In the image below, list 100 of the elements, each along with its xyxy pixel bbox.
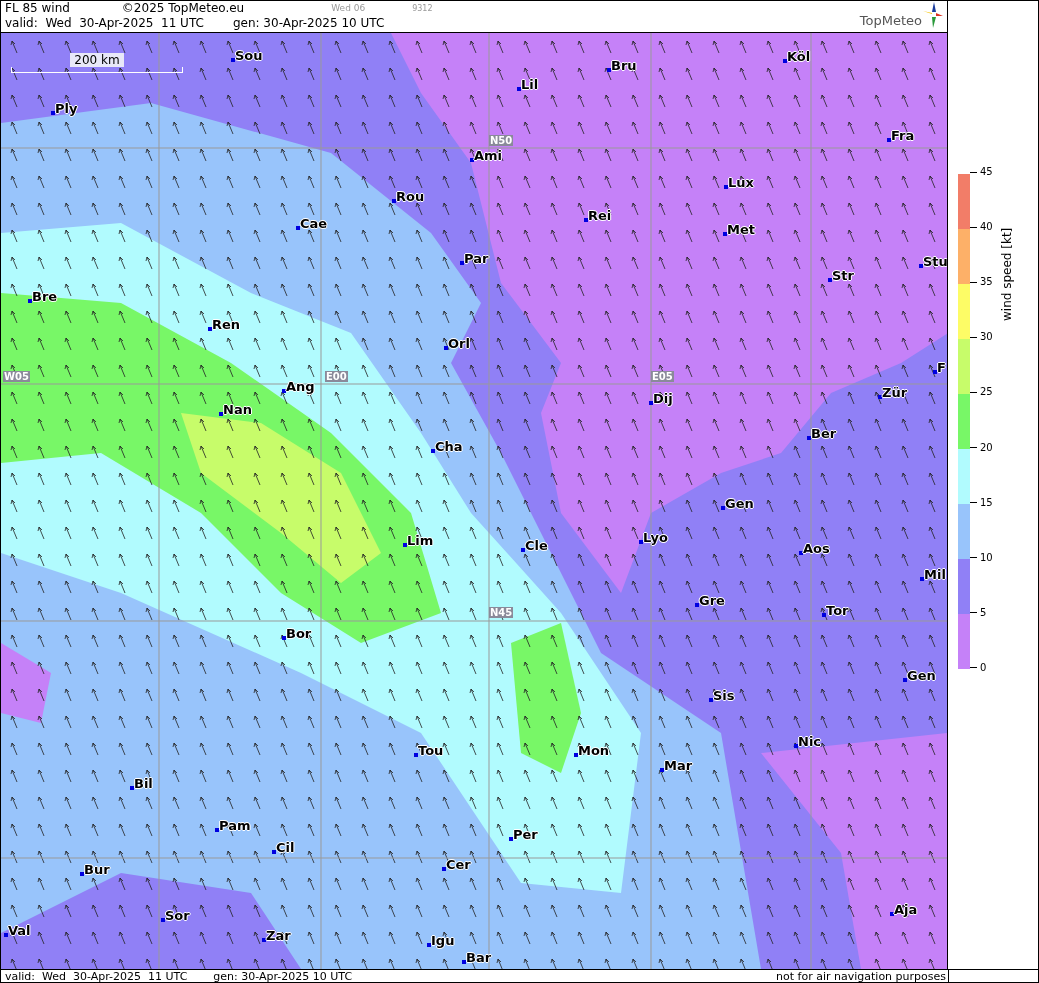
valid-time: valid: Wed 30-Apr-2025 11 UTC — [5, 16, 204, 31]
city-marker-icon — [574, 753, 578, 757]
city-marker-icon — [51, 111, 55, 115]
city-marker-icon — [262, 938, 266, 942]
city-marker-icon — [723, 232, 727, 236]
city-label: Nic — [798, 734, 822, 749]
city-marker-icon — [403, 543, 407, 547]
day-code: Wed 06 — [331, 2, 366, 15]
city-label: Ber — [811, 426, 837, 441]
city-label: Pam — [219, 818, 251, 833]
map-number: 9312 — [412, 3, 433, 15]
city-marker-icon — [890, 912, 894, 916]
generated-time: gen: 30-Apr-2025 10 UTC — [213, 970, 353, 983]
city-label: Sor — [165, 908, 190, 923]
city-label: Cil — [276, 840, 295, 855]
city-marker-icon — [919, 264, 923, 268]
city-marker-icon — [517, 87, 521, 91]
scale-tick-label: 0 — [970, 662, 993, 674]
city-marker-icon — [130, 786, 134, 790]
city-label: Val — [8, 923, 31, 938]
city-marker-icon — [282, 636, 286, 640]
copyright-text: ©2025 TopMeteo.eu — [121, 1, 245, 16]
city-label: Par — [464, 251, 489, 266]
city-marker-icon — [887, 138, 891, 142]
city-marker-icon — [161, 918, 165, 922]
city-label: Cha — [435, 439, 463, 454]
grid-label: N50 — [489, 135, 514, 146]
city-label: Per — [513, 827, 538, 842]
grid-label: E00 — [325, 371, 348, 382]
city-label: Aja — [894, 902, 918, 917]
city-label: Str — [832, 268, 854, 283]
city-label: Aos — [803, 541, 830, 556]
city-label: Lil — [521, 77, 539, 92]
city-label: Zür — [882, 385, 908, 400]
city-label: Sis — [713, 688, 735, 703]
city-marker-icon — [219, 412, 223, 416]
city-label: Rei — [588, 208, 612, 223]
city-label: Ami — [474, 148, 503, 163]
city-marker-icon — [296, 226, 300, 230]
city-label: Met — [727, 222, 755, 237]
city-marker-icon — [460, 261, 464, 265]
city-marker-icon — [521, 548, 525, 552]
city-marker-icon — [272, 850, 276, 854]
city-label: F — [937, 360, 946, 375]
city-label: Gen — [725, 496, 754, 511]
city-label: Bar — [466, 950, 492, 965]
city-label: Köl — [787, 49, 811, 64]
city-marker-icon — [28, 299, 32, 303]
city-marker-icon — [80, 872, 84, 876]
scale-tick-label: 25 — [970, 386, 993, 399]
city-marker-icon — [721, 506, 725, 510]
city-label: Lux — [728, 175, 754, 190]
city-marker-icon — [903, 678, 907, 682]
city-label: Ply — [55, 101, 78, 116]
city-label: Bru — [611, 58, 637, 73]
scale-tick-label: 40 — [970, 221, 993, 234]
city-marker-icon — [584, 218, 588, 222]
city-marker-icon — [807, 436, 811, 440]
city-marker-icon — [933, 370, 937, 374]
city-label: Bre — [32, 289, 58, 304]
city-label: Cle — [525, 538, 548, 553]
city-marker-icon — [794, 744, 798, 748]
generated-time: gen: 30-Apr-2025 10 UTC — [232, 16, 385, 31]
city-label: Mar — [664, 758, 693, 773]
city-label: Mon — [578, 743, 610, 758]
city-marker-icon — [639, 540, 643, 544]
city-label: Zar — [266, 928, 291, 943]
city-marker-icon — [414, 753, 418, 757]
city-marker-icon — [660, 768, 664, 772]
city-marker-icon — [920, 577, 924, 581]
city-label: Dij — [653, 391, 673, 406]
city-marker-icon — [215, 828, 219, 832]
chart-title: FL 85 wind — [5, 1, 70, 16]
scale-tick-label: 45 — [970, 166, 993, 178]
city-marker-icon — [462, 960, 466, 964]
scale-label: 200 km — [70, 53, 124, 67]
city-marker-icon — [208, 327, 212, 331]
city-marker-icon — [282, 389, 286, 393]
city-marker-icon — [431, 449, 435, 453]
city-marker-icon — [709, 698, 713, 702]
city-marker-icon — [442, 867, 446, 871]
city-marker-icon — [470, 158, 474, 162]
city-marker-icon — [392, 199, 396, 203]
city-label: Gen — [907, 668, 936, 683]
scale-tick-label: 15 — [970, 496, 993, 509]
scale-tick-label: 35 — [970, 276, 993, 289]
city-label: Mil — [924, 567, 946, 582]
city-label: Tor — [826, 603, 849, 618]
city-marker-icon — [4, 933, 8, 937]
scale-tick-label: 10 — [970, 551, 993, 564]
grid-label: E05 — [651, 371, 674, 382]
city-label: Bor — [286, 626, 312, 641]
city-label: Tou — [418, 743, 444, 758]
city-marker-icon — [724, 185, 728, 189]
city-marker-icon — [878, 395, 882, 399]
city-marker-icon — [509, 837, 513, 841]
city-marker-icon — [695, 603, 699, 607]
disclaimer-text: not for air navigation purposes — [776, 970, 949, 983]
city-marker-icon — [231, 58, 235, 62]
city-marker-icon — [828, 278, 832, 282]
